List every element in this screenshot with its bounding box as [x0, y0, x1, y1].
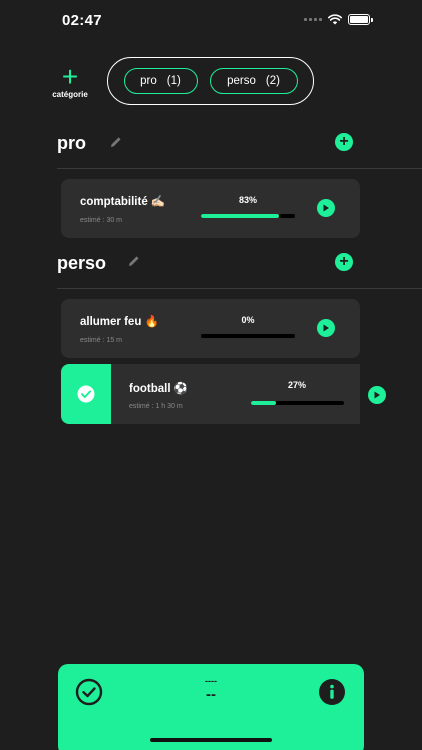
task-progress-bar — [201, 214, 295, 218]
add-task-perso-button[interactable]: + — [335, 253, 353, 271]
task-percent: 27% — [287, 380, 306, 390]
task-name: football ⚽ — [129, 383, 189, 395]
filter-chip-name: pro — [140, 75, 157, 87]
play-icon — [374, 391, 380, 399]
pencil-icon[interactable] — [109, 135, 123, 149]
play-icon — [323, 324, 329, 332]
section-title-perso: perso — [57, 253, 107, 273]
task-progress-bar — [201, 334, 295, 338]
plus-icon: + — [61, 61, 79, 92]
cellular-signal-icon — [304, 18, 322, 21]
play-button[interactable] — [317, 319, 335, 337]
filter-chip-name: perso — [227, 75, 256, 87]
add-category-label: catégorie — [52, 90, 88, 99]
task-card-football[interactable]: football ⚽ estimé : 1 h 30 m 27% — [111, 364, 360, 424]
status-icons — [304, 14, 373, 25]
battery-icon — [348, 14, 373, 25]
section-title-pro: pro — [57, 133, 86, 153]
task-estimate: estimé : 1 h 30 m — [129, 403, 183, 410]
task-card-comptabilite[interactable]: comptabilité ✍🏻 estimé : 30 m 83% — [61, 179, 360, 238]
task-percent: 83% — [238, 195, 257, 205]
task-name: allumer feu 🔥 — [80, 316, 159, 328]
task-estimate: estimé : 15 m — [80, 337, 123, 344]
wifi-icon — [328, 14, 342, 25]
play-button[interactable] — [368, 386, 386, 404]
section-divider — [57, 288, 422, 289]
add-category-button[interactable]: + catégorie — [52, 61, 88, 100]
section-divider — [57, 168, 422, 169]
filter-chip-pro[interactable]: pro (1) — [123, 68, 198, 94]
task-estimate: estimé : 30 m — [80, 217, 123, 224]
task-progress-fill — [201, 214, 280, 218]
filter-chip-count: (1) — [166, 75, 181, 87]
status-time: 02:47 — [62, 12, 102, 29]
home-indicator — [150, 738, 272, 742]
play-icon — [323, 204, 329, 212]
play-button[interactable] — [317, 199, 335, 217]
task-done-toggle[interactable] — [61, 364, 111, 424]
task-progress-fill — [251, 401, 277, 405]
check-icon — [77, 385, 95, 403]
task-card-allumer-feu[interactable]: allumer feu 🔥 estimé : 15 m 0% — [61, 299, 360, 358]
info-icon[interactable] — [319, 679, 345, 705]
pencil-icon[interactable] — [127, 254, 141, 268]
filter-chip-count: (2) — [265, 75, 280, 87]
task-name: comptabilité ✍🏻 — [80, 196, 166, 208]
task-progress-bar — [251, 401, 344, 405]
category-filter-bar: pro (1) perso (2) — [107, 57, 314, 105]
filter-chip-perso[interactable]: perso (2) — [209, 68, 298, 94]
add-task-pro-button[interactable]: + — [335, 133, 353, 151]
task-percent: 0% — [241, 315, 255, 325]
